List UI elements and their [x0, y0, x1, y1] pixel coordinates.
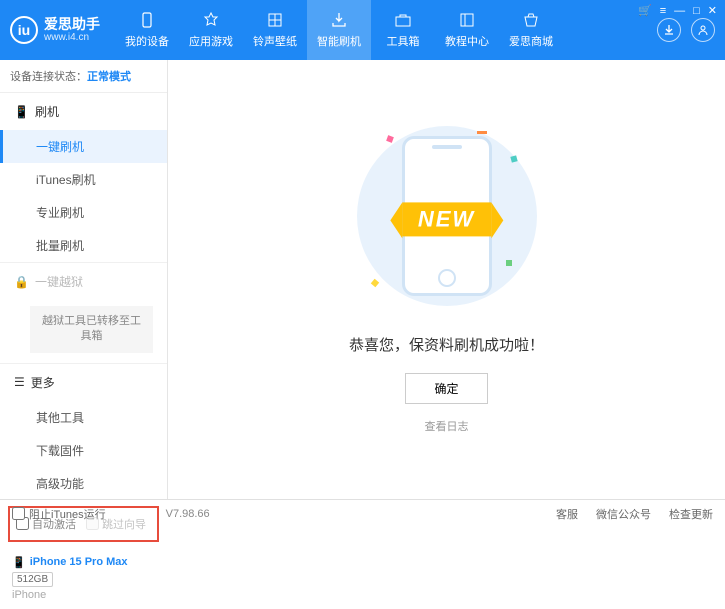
sidebar-flash-item-1[interactable]: iTunes刷机: [0, 163, 167, 196]
maximize-icon[interactable]: □: [693, 5, 700, 17]
logo: iu 爱思助手 www.i4.cn: [10, 16, 100, 45]
device-storage: 512GB: [12, 572, 53, 587]
nav-item-2[interactable]: 铃声壁纸: [243, 0, 307, 60]
sidebar-flash-header[interactable]: 📱 刷机: [0, 93, 167, 130]
sidebar-jailbreak-header[interactable]: 🔒 一键越狱: [0, 263, 167, 300]
nav-icon: [202, 11, 220, 29]
menu-icon[interactable]: ≡: [660, 5, 666, 17]
download-button[interactable]: [657, 18, 681, 42]
new-banner: NEW: [402, 202, 491, 236]
lock-icon: 🔒: [14, 275, 29, 289]
phone-icon: 📱: [14, 105, 29, 119]
nav-icon: [458, 11, 476, 29]
nav-icon: [394, 11, 412, 29]
nav-item-0[interactable]: 我的设备: [115, 0, 179, 60]
ok-button[interactable]: 确定: [405, 373, 487, 404]
minimize-icon[interactable]: —: [674, 5, 685, 17]
sidebar-flash-item-2[interactable]: 专业刷机: [0, 196, 167, 229]
connection-status: 设备连接状态：正常模式: [0, 60, 167, 93]
sidebar-flash-item-0[interactable]: 一键刷机: [0, 130, 167, 163]
nav-icon: [266, 11, 284, 29]
sidebar-more-item-2[interactable]: 高级功能: [0, 467, 167, 500]
device-name[interactable]: 📱 iPhone 15 Pro Max: [12, 556, 155, 569]
user-button[interactable]: [691, 18, 715, 42]
nav-item-4[interactable]: 工具箱: [371, 0, 435, 60]
jailbreak-note: 越狱工具已转移至工具箱: [30, 306, 153, 353]
close-icon[interactable]: ✕: [708, 4, 717, 17]
footer-link-0[interactable]: 客服: [556, 506, 578, 522]
skip-guide-checkbox[interactable]: 跳过向导: [86, 516, 146, 532]
footer-link-1[interactable]: 微信公众号: [596, 506, 651, 522]
app-name: 爱思助手: [44, 16, 100, 33]
nav-item-3[interactable]: 智能刷机: [307, 0, 371, 60]
header: iu 爱思助手 www.i4.cn 我的设备应用游戏铃声壁纸智能刷机工具箱教程中…: [0, 0, 725, 60]
device-icon: 📱: [12, 556, 26, 569]
sidebar-flash-item-3[interactable]: 批量刷机: [0, 229, 167, 262]
device-type: iPhone: [12, 589, 155, 601]
nav-item-6[interactable]: 爱思商城: [499, 0, 563, 60]
success-illustration: NEW: [367, 126, 527, 306]
list-icon: ☰: [14, 375, 25, 389]
footer-link-2[interactable]: 检查更新: [669, 506, 713, 522]
cart-icon[interactable]: 🛒: [638, 4, 652, 17]
nav-icon: [522, 11, 540, 29]
sidebar-more-item-1[interactable]: 下载固件: [0, 434, 167, 467]
main-content: NEW 恭喜您，保资料刷机成功啦！ 确定 查看日志: [168, 60, 725, 499]
device-info: 📱 iPhone 15 Pro Max 512GB iPhone: [0, 548, 167, 609]
nav-item-1[interactable]: 应用游戏: [179, 0, 243, 60]
logo-icon: iu: [10, 16, 38, 44]
nav-item-5[interactable]: 教程中心: [435, 0, 499, 60]
nav-icon: [138, 11, 156, 29]
sidebar-more-header[interactable]: ☰ 更多: [0, 364, 167, 401]
version-label: V7.98.66: [166, 508, 210, 520]
view-log-link[interactable]: 查看日志: [425, 418, 469, 434]
success-message: 恭喜您，保资料刷机成功啦！: [349, 334, 544, 355]
sidebar: 设备连接状态：正常模式 📱 刷机 一键刷机iTunes刷机专业刷机批量刷机 🔒 …: [0, 60, 168, 499]
app-url: www.i4.cn: [44, 32, 100, 44]
nav: 我的设备应用游戏铃声壁纸智能刷机工具箱教程中心爱思商城: [115, 0, 657, 60]
sidebar-more-item-0[interactable]: 其他工具: [0, 401, 167, 434]
nav-icon: [330, 11, 348, 29]
